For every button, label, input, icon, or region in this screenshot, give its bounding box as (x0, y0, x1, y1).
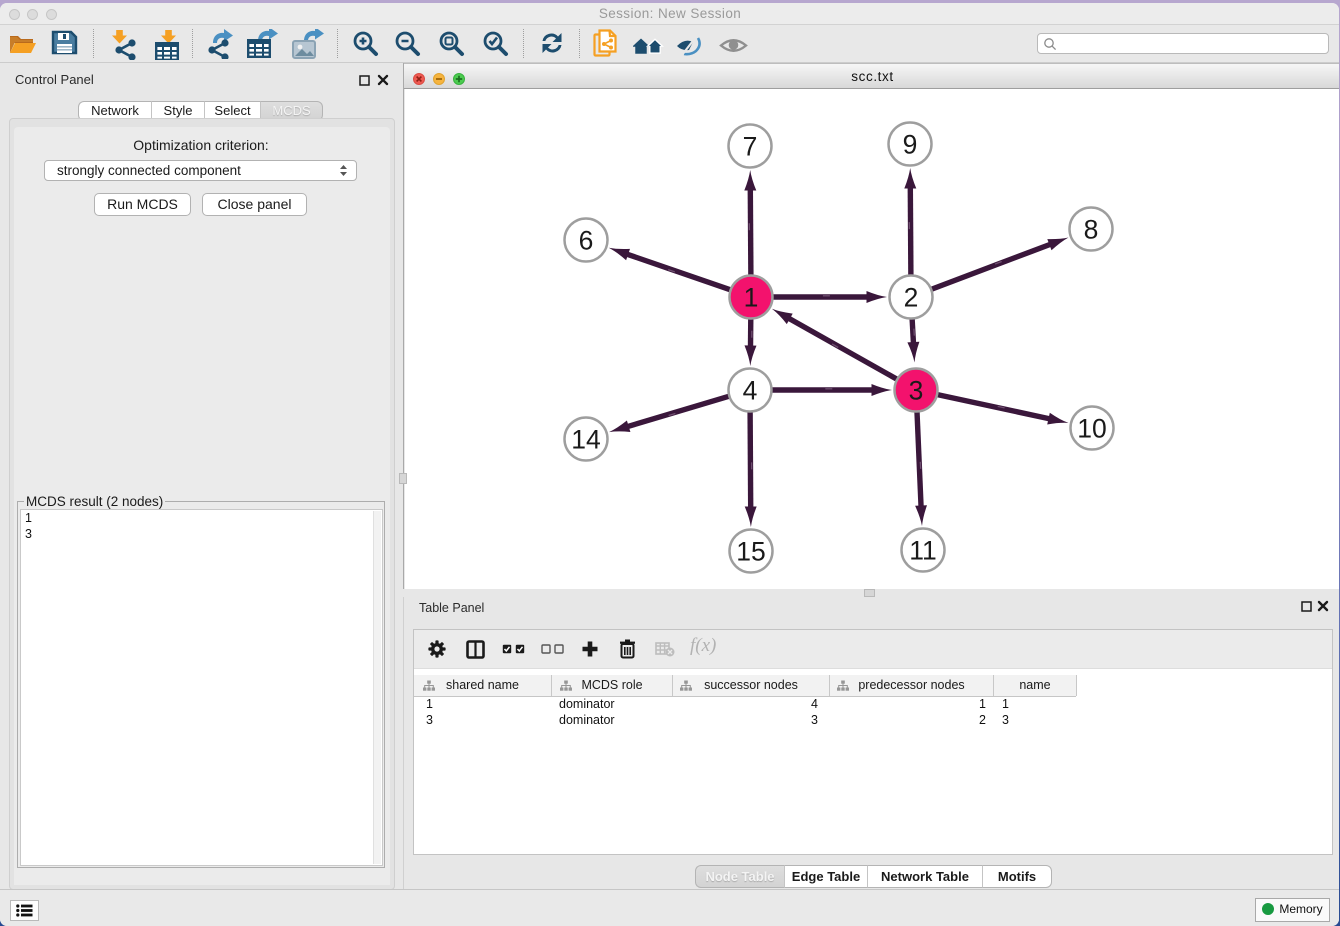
svg-text:9: 9 (903, 130, 918, 160)
svg-text:8: 8 (1084, 215, 1099, 245)
svg-text:4: 4 (743, 376, 758, 406)
svg-text:11: 11 (909, 536, 937, 566)
svg-text:7: 7 (743, 132, 758, 162)
svg-text:2: 2 (904, 283, 919, 313)
svg-text:14: 14 (571, 425, 600, 455)
svg-text:10: 10 (1077, 414, 1106, 444)
svg-text:6: 6 (579, 226, 594, 256)
svg-text:15: 15 (736, 537, 765, 567)
svg-text:1: 1 (744, 283, 759, 313)
svg-text:3: 3 (909, 376, 924, 406)
